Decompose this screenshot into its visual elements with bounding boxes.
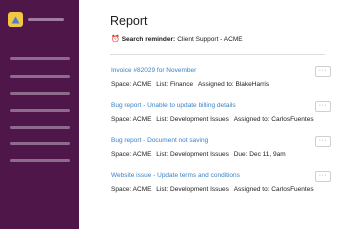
workspace-name-placeholder[interactable]: [28, 18, 64, 21]
sidebar-item-2[interactable]: [10, 75, 70, 78]
result-link[interactable]: Website issue - Update terms and conditi…: [111, 172, 240, 179]
list-item: Invoice #82029 for November Space: ACME …: [111, 66, 341, 92]
result-meta: Space: ACME List: Development Issues Ass…: [111, 116, 314, 123]
sidebar: [0, 0, 79, 229]
result-assignee: Assigned to: CarlosFuentes: [233, 116, 314, 123]
sidebar-item-3[interactable]: [10, 92, 70, 95]
more-options-button[interactable]: ···: [315, 66, 331, 77]
result-assignee: Assigned to: CarlosFuentes: [233, 186, 314, 193]
sidebar-item-5[interactable]: [10, 126, 70, 129]
result-space: Space: ACME: [111, 116, 152, 123]
main-panel: Report ⏰ Search reminder: Client Support…: [79, 0, 345, 229]
search-reminder-label: Search reminder:: [121, 35, 176, 43]
result-space: Space: ACME: [111, 151, 152, 158]
workspace-logo-icon[interactable]: [8, 12, 23, 27]
more-options-button[interactable]: ···: [315, 171, 331, 182]
result-space: Space: ACME: [111, 186, 152, 193]
more-options-button[interactable]: ···: [315, 136, 331, 147]
result-meta: Space: ACME List: Finance Assigned to: B…: [111, 81, 269, 88]
divider: [110, 54, 325, 55]
result-list: List: Development Issues: [156, 116, 229, 123]
sidebar-item-7[interactable]: [10, 159, 70, 162]
search-reminder: ⏰ Search reminder: Client Support - ACME: [111, 35, 243, 44]
app-window: Report ⏰ Search reminder: Client Support…: [0, 0, 345, 229]
result-meta: Space: ACME List: Development Issues Due…: [111, 151, 286, 158]
result-link[interactable]: Bug report - Unable to update billing de…: [111, 102, 236, 109]
result-space: Space: ACME: [111, 81, 152, 88]
page-title: Report: [110, 14, 148, 28]
result-assignee: Assigned to: BlakeHarris: [197, 81, 270, 88]
triangle-logo-icon: [11, 16, 20, 23]
search-reminder-value: Client Support - ACME: [177, 35, 243, 43]
result-list: List: Development Issues: [156, 151, 229, 158]
alarm-clock-icon: ⏰: [111, 36, 120, 43]
result-link[interactable]: Bug report - Document not saving: [111, 137, 208, 144]
result-meta: Space: ACME List: Development Issues Ass…: [111, 186, 314, 193]
result-link[interactable]: Invoice #82029 for November: [111, 67, 196, 74]
result-list: List: Development Issues: [156, 186, 229, 193]
sidebar-item-4[interactable]: [10, 109, 70, 112]
list-item: Website issue - Update terms and conditi…: [111, 171, 341, 197]
sidebar-item-1[interactable]: [10, 57, 70, 60]
sidebar-item-6[interactable]: [10, 142, 70, 145]
list-item: Bug report - Document not saving Space: …: [111, 136, 341, 162]
list-item: Bug report - Unable to update billing de…: [111, 101, 341, 127]
result-due-date: Due: Dec 11, 9am: [233, 151, 286, 158]
result-list: List: Finance: [156, 81, 194, 88]
more-options-button[interactable]: ···: [315, 101, 331, 112]
